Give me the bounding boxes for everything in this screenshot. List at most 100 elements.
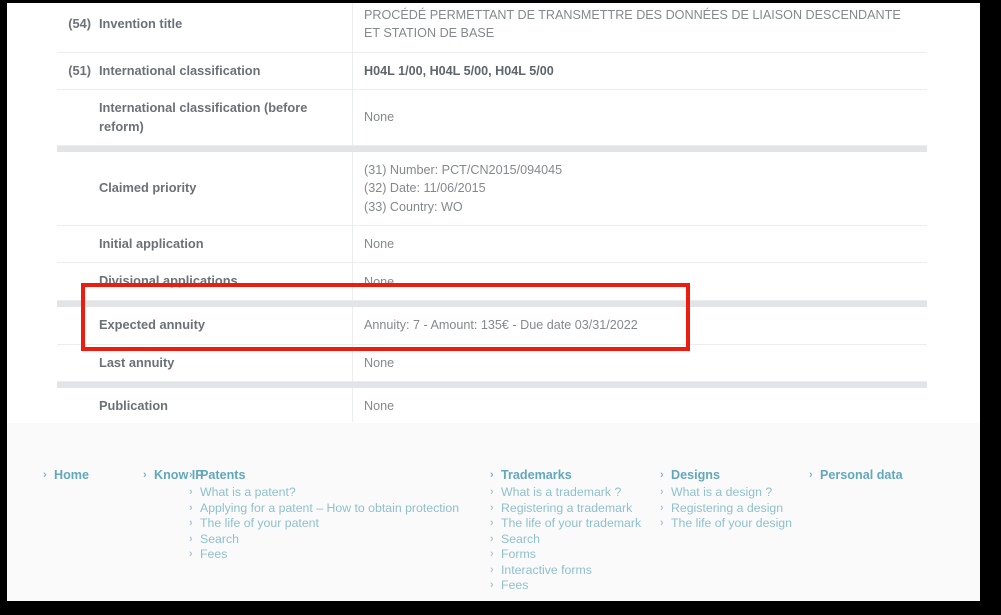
footer-link[interactable]: › The life of your patent [189, 516, 489, 531]
row-value-line: (32) Date: 11/06/2015 [364, 181, 486, 196]
row-value-cell: (31) Number: PCT/CN2015/094045 (32) Date:… [352, 152, 927, 226]
footer-link[interactable]: › Registering a trademark [490, 501, 655, 516]
chevron-right-icon: › [189, 501, 193, 514]
chevron-right-icon: › [660, 486, 664, 499]
footer-link-label: What is a patent? [200, 485, 296, 500]
footer-link[interactable]: › What is a patent? [189, 485, 489, 500]
footer-link[interactable]: › Forms [490, 547, 655, 562]
footer-link-label: Search [501, 531, 540, 546]
footer-heading-trademarks[interactable]: › Trademarks [490, 468, 655, 483]
row-label-cell: Initial application [57, 225, 353, 264]
footer-link[interactable]: › Registering a design [660, 501, 810, 516]
footer-heading-label: Designs [671, 468, 720, 482]
chevron-right-icon: › [189, 532, 193, 545]
footer-column-home: › Home [43, 468, 121, 485]
row-label-text: International classification [99, 62, 261, 78]
row-label-text: Initial application [99, 235, 204, 251]
row-value-line: None [364, 399, 395, 414]
table-row: (51) International classification H04L 1/0… [57, 52, 927, 91]
footer-column-designs: › Designs › What is a design ? › Registering … [660, 468, 810, 532]
row-value-cell: PROCÉDÉ PERMETTANT DE TRANSMETTRE DES DO… [352, 3, 927, 53]
footer-link-label: Forms [501, 547, 536, 562]
row-code: (54) [68, 15, 91, 31]
chevron-right-icon: › [189, 486, 193, 499]
table-row: Expected annuity Annuity: 7 - Amount: 135… [57, 306, 927, 345]
row-label-cell: (54) Invention title [57, 3, 353, 53]
patent-details-table: (54) Invention title PROCÉDÉ PERMETTANT DE… [57, 3, 927, 470]
row-label-cell: Expected annuity [57, 306, 353, 345]
footer-heading-personal-data[interactable]: › Personal data [809, 468, 969, 483]
chevron-right-icon: › [490, 563, 494, 576]
footer-link-label: What is a trademark ? [501, 485, 622, 500]
footer-column-patents: › Patents › What is a patent? › Applying for … [189, 468, 489, 563]
footer-heading-label: Home [54, 468, 89, 482]
table-row: Publication None [57, 388, 927, 426]
row-label-text: Claimed priority [99, 180, 197, 196]
site-footer: › Home › Know IP › Patents › What is a patent? ›… [7, 422, 980, 601]
chevron-right-icon: › [43, 469, 47, 481]
footer-link[interactable]: › What is a trademark ? [490, 485, 655, 500]
footer-link-label: Fees [501, 578, 529, 593]
footer-column-personal-data: › Personal data [809, 468, 969, 485]
footer-link[interactable]: › Applying for a patent – How to obtain p… [189, 501, 489, 516]
row-value-cell: None [352, 262, 927, 301]
footer-heading-home[interactable]: › Home [43, 468, 121, 483]
row-label-text: Expected annuity [99, 316, 205, 332]
footer-link[interactable]: › What is a design ? [660, 485, 810, 500]
row-value-line: (33) Country: WO [364, 199, 463, 214]
chevron-right-icon: › [809, 469, 813, 481]
table-row: Divisional applications None [57, 262, 927, 301]
footer-link[interactable]: › Search [490, 532, 655, 547]
footer-link[interactable]: › The life of your trademark [490, 516, 655, 531]
chevron-right-icon: › [490, 548, 494, 561]
chevron-right-icon: › [189, 517, 193, 530]
row-label-cell: Divisional applications [57, 262, 353, 301]
chevron-right-icon: › [490, 579, 494, 592]
row-code: (51) [68, 62, 91, 78]
row-value-line: None [364, 237, 395, 252]
row-value-line: None [364, 355, 395, 370]
row-label-cell: Publication [57, 388, 353, 426]
footer-heading-label: Trademarks [501, 468, 572, 482]
footer-link-label: The life of your design [671, 516, 792, 531]
row-label-cell: International classification (before ref… [57, 89, 353, 147]
patent-details-table-region: (54) Invention title PROCÉDÉ PERMETTANT DE… [7, 3, 980, 470]
row-value-cell: None [352, 89, 927, 147]
footer-link-label: Registering a design [671, 500, 784, 515]
chevron-right-icon: › [660, 469, 664, 481]
row-value-cell: None [352, 344, 927, 383]
footer-link[interactable]: › Search [189, 532, 489, 547]
row-value-line: None [364, 274, 395, 289]
row-value-cell: None [352, 388, 927, 426]
row-label-cell: (51) International classification [57, 52, 353, 91]
footer-link[interactable]: › Fees [189, 547, 489, 562]
row-label-cell: Last annuity [57, 344, 353, 383]
chevron-right-icon: › [490, 532, 494, 545]
row-value-line: H04L 1/00, H04L 5/00, H04L 5/00 [364, 63, 554, 78]
row-label-cell: Claimed priority [57, 152, 353, 226]
chevron-right-icon: › [143, 469, 147, 481]
chevron-right-icon: › [490, 501, 494, 514]
chevron-right-icon: › [660, 501, 664, 514]
chevron-right-icon: › [490, 486, 494, 499]
row-label-text: Publication [99, 398, 168, 414]
row-label-text: Divisional applications [99, 273, 238, 289]
footer-link[interactable]: › Interactive forms [490, 563, 655, 578]
chevron-right-icon: › [490, 517, 494, 530]
row-value-line: None [364, 110, 395, 125]
table-row: (54) Invention title PROCÉDÉ PERMETTANT DE… [57, 3, 927, 53]
page-viewport: (54) Invention title PROCÉDÉ PERMETTANT DE… [7, 3, 980, 601]
footer-link[interactable]: › The life of your design [660, 516, 810, 531]
row-value-cell: H04L 1/00, H04L 5/00, H04L 5/00 [352, 52, 927, 91]
table-row: Initial application None [57, 225, 927, 264]
row-value-line: PROCÉDÉ PERMETTANT DE TRANSMETTRE DES DO… [364, 8, 901, 41]
row-label-text: Invention title [99, 15, 183, 31]
footer-heading-designs[interactable]: › Designs [660, 468, 810, 483]
row-value-line: (31) Number: PCT/CN2015/094045 [364, 163, 563, 178]
footer-link[interactable]: › Fees [490, 578, 655, 593]
row-value-cell: None [352, 225, 927, 264]
footer-link-label: Fees [200, 547, 228, 562]
row-value-line: Annuity: 7 - Amount: 135€ - Due date 03/… [364, 318, 638, 333]
table-row: Last annuity None [57, 344, 927, 383]
footer-heading-patents[interactable]: › Patents [189, 468, 489, 483]
